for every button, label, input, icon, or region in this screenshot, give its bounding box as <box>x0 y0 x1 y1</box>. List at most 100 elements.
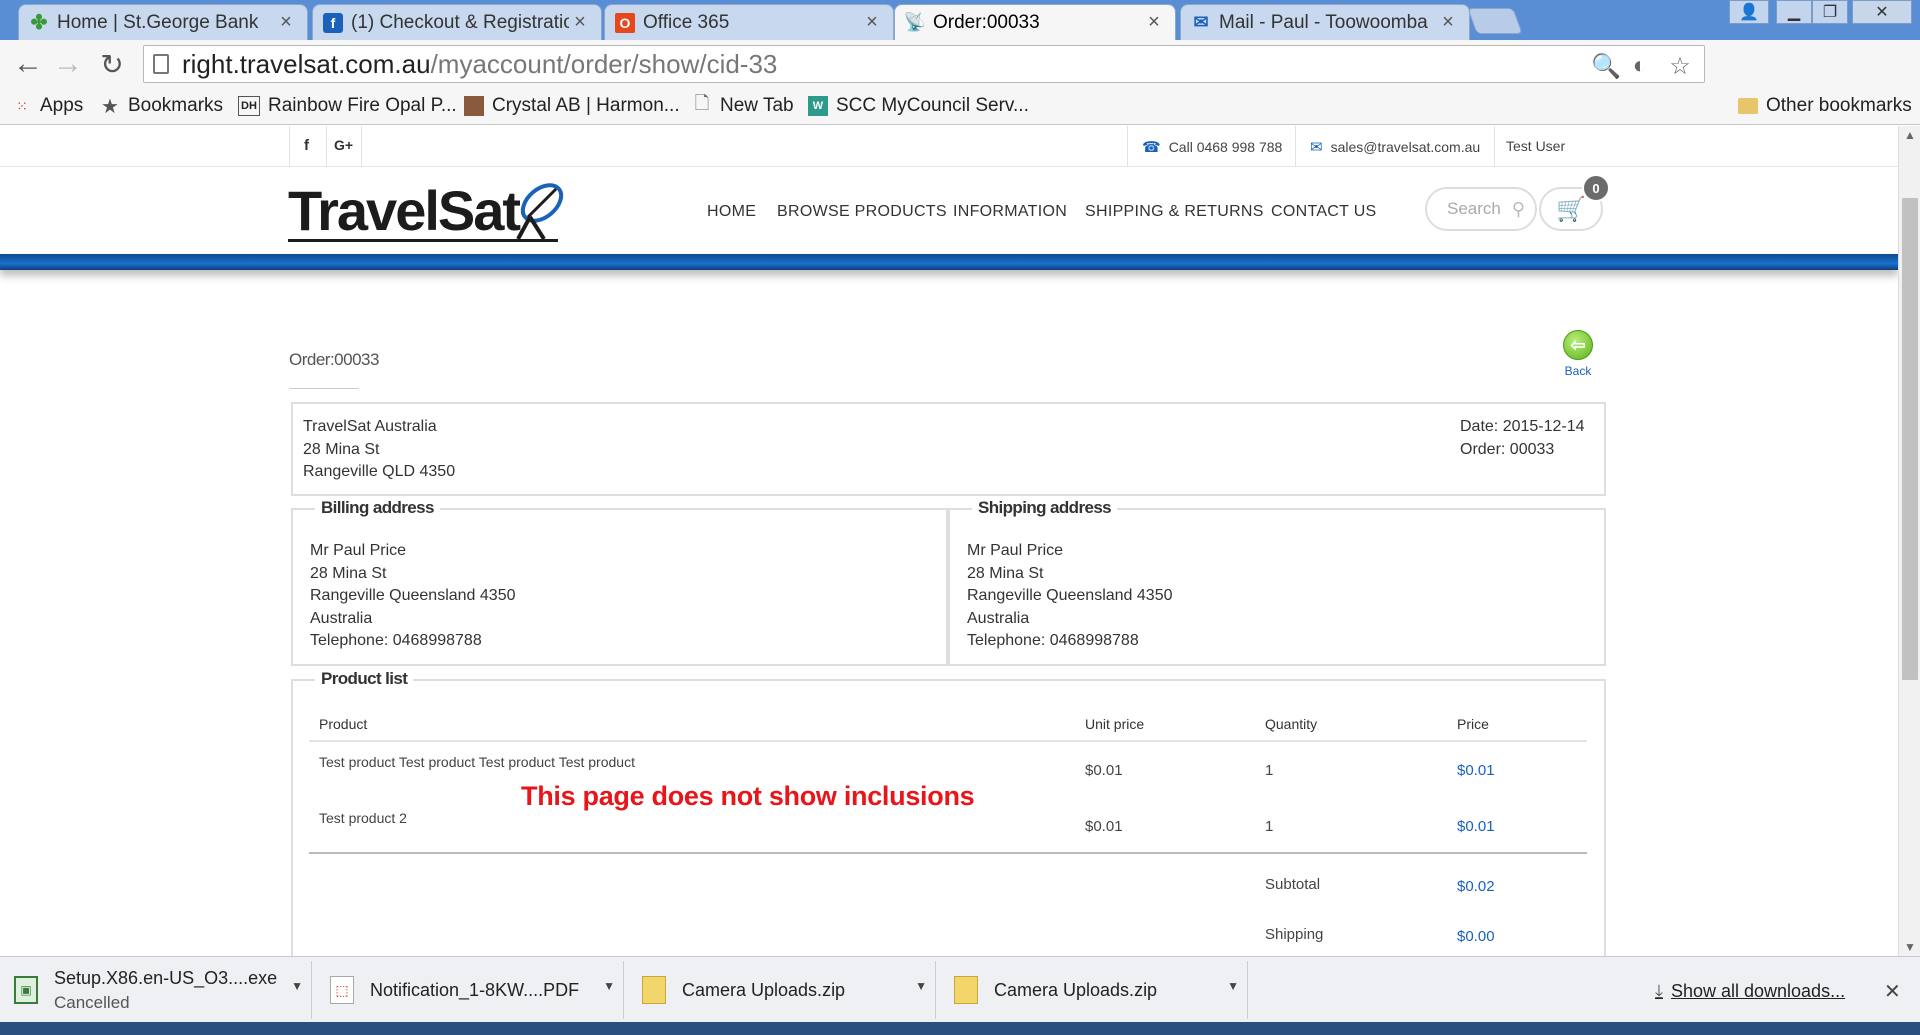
product-table-header: Product Unit price Quantity Price <box>309 708 1587 742</box>
bookmark-star-icon[interactable]: ☆ <box>1666 52 1694 80</box>
bookmark-label: Rainbow Fire Opal P... <box>268 95 457 116</box>
search-icon[interactable]: ⚲ <box>1512 199 1525 220</box>
user-menu[interactable]: Test User <box>1506 138 1565 154</box>
unit-price: $0.01 <box>1085 762 1123 779</box>
scroll-down-icon[interactable]: ▼ <box>1904 940 1916 954</box>
seller-street: 28 Mina St <box>303 440 380 458</box>
seller-city: Rangeville QLD 4350 <box>303 463 456 480</box>
bookmark-new-tab[interactable]: 🗋 New Tab <box>692 93 794 119</box>
facebook-icon[interactable]: f <box>304 137 309 154</box>
close-tab-icon[interactable]: × <box>861 11 883 34</box>
search-placeholder: Search <box>1447 199 1501 218</box>
shipping-name: Mr Paul Price <box>967 542 1064 559</box>
unit-price: $0.01 <box>1085 818 1123 835</box>
billing-address-box: Billing address Mr Paul Price 28 Mina St… <box>291 498 948 666</box>
chevron-down-icon[interactable]: ▼ <box>1227 979 1239 993</box>
download-item[interactable]: ⬚ Notification_1-8KW....PDF ▼ <box>316 961 624 1019</box>
bookmark-label: New Tab <box>720 95 794 116</box>
back-arrow-icon[interactable]: ← <box>10 46 46 82</box>
close-tab-icon[interactable]: × <box>275 11 297 34</box>
browser-tab-strip: ✤ Home | St.George Bank × f (1) Checkout… <box>0 0 1920 40</box>
stgeorge-favicon-icon: ✤ <box>30 12 48 34</box>
bookmark-apps[interactable]: ⁙ Apps <box>12 93 83 119</box>
chevron-down-icon[interactable]: ▼ <box>291 979 303 993</box>
subtotal-row: Subtotal $0.02 <box>309 866 1587 906</box>
minimize-button[interactable]: ▁ <box>1776 0 1812 24</box>
bookmark-crystal-ab[interactable]: Crystal AB | Harmon... <box>464 93 680 119</box>
cart-count-badge: 0 <box>1582 174 1610 202</box>
close-tab-icon[interactable]: × <box>1143 11 1165 34</box>
other-bookmarks[interactable]: Other bookmarks <box>1738 93 1912 119</box>
bookmark-label: SCC MyCouncil Serv... <box>836 95 1029 116</box>
red-annotation-text: This page does not show inclusions <box>521 781 975 811</box>
chevron-down-icon[interactable]: ▼ <box>603 979 615 993</box>
back-button[interactable]: ⇦ Back <box>1558 330 1598 390</box>
show-all-downloads-link[interactable]: ⤓ Show all downloads... <box>1655 981 1845 1002</box>
photo-icon <box>464 96 484 116</box>
chevron-down-icon[interactable]: ▼ <box>915 979 927 993</box>
envelope-icon: ✉ <box>1310 139 1323 156</box>
close-tab-icon[interactable]: × <box>1437 11 1459 34</box>
travelsat-logo[interactable]: TravelSat <box>288 177 568 247</box>
shipping-phone: Telephone: 0468998788 <box>967 632 1139 649</box>
order-date: Date: 2015-12-14 <box>1460 418 1585 435</box>
zoom-icon[interactable]: 🔍 <box>1591 52 1621 80</box>
phone-text: Call 0468 998 788 <box>1168 139 1283 155</box>
bookmark-label: Apps <box>40 95 84 116</box>
download-arrow-icon: ⤓ <box>1655 981 1663 1001</box>
product-name[interactable]: Test product 2 <box>319 810 407 826</box>
nav-contact-us[interactable]: CONTACT US <box>1271 203 1377 221</box>
order-number: Order: 00033 <box>1460 440 1555 458</box>
order-header-box: TravelSat Australia 28 Mina St Rangevill… <box>291 402 1606 496</box>
download-name: Camera Uploads.zip <box>682 979 846 1000</box>
scrollbar-thumb[interactable] <box>1902 198 1918 680</box>
product-name[interactable]: Test product Test product Test product T… <box>319 754 635 770</box>
site-search-input[interactable]: Search ⚲ <box>1425 187 1537 231</box>
nav-home[interactable]: HOME <box>707 203 756 221</box>
download-item[interactable]: ▣ Setup.X86.en-US_O3....exe Cancelled ▼ <box>0 961 312 1019</box>
new-tab-button[interactable] <box>1467 8 1523 34</box>
tab-checkout[interactable]: f (1) Checkout & Registratio × <box>312 4 602 40</box>
col-unit-price: Unit price <box>1085 716 1145 732</box>
bookmark-rainbow-fire-opal[interactable]: DH Rainbow Fire Opal P... <box>238 93 457 119</box>
url-path: /myaccount/order/show/cid-33 <box>430 48 778 79</box>
page-scrollbar[interactable]: ▲ ▼ <box>1898 126 1920 956</box>
download-item[interactable]: Camera Uploads.zip ▼ <box>628 961 936 1019</box>
nav-browse-products[interactable]: BROWSE PRODUCTS <box>777 203 947 221</box>
star-icon: ★ <box>101 95 119 118</box>
tab-order[interactable]: 📡 Order:00033 × <box>894 4 1176 40</box>
google-plus-icon[interactable]: G+ <box>334 137 353 153</box>
shipping-city: Rangeville Queensland 4350 <box>967 587 1173 604</box>
address-bar[interactable]: right.travelsat.com.au/myaccount/order/s… <box>143 45 1705 83</box>
close-window-button[interactable]: ✕ <box>1852 0 1912 24</box>
phone-icon: ☎ <box>1142 139 1161 156</box>
billing-street: 28 Mina St <box>310 564 387 582</box>
contrast-extension-icon[interactable]: ◐ <box>1626 52 1654 80</box>
shipping-row: Shipping $0.00 <box>309 916 1587 956</box>
scroll-up-icon[interactable]: ▲ <box>1904 128 1916 142</box>
col-price: Price <box>1457 716 1489 732</box>
tab-stgeorge[interactable]: ✤ Home | St.George Bank × <box>18 4 308 40</box>
phone-contact[interactable]: ☎ Call 0468 998 788 <box>1142 138 1282 156</box>
shipping-address-legend: Shipping address <box>972 498 1118 518</box>
nav-information[interactable]: INFORMATION <box>953 203 1067 221</box>
office-favicon-icon: O <box>615 12 635 33</box>
restore-button[interactable]: ❐ <box>1812 0 1848 24</box>
tab-mail[interactable]: ✉ Mail - Paul - Toowoomba × <box>1180 4 1470 40</box>
tab-office365[interactable]: O Office 365 × <box>604 4 894 40</box>
profile-icon[interactable]: 👤 <box>1729 0 1769 24</box>
email-contact[interactable]: ✉ sales@travelsat.com.au <box>1310 138 1480 156</box>
nav-shipping-returns[interactable]: SHIPPING & RETURNS <box>1085 203 1264 221</box>
dh-icon: DH <box>238 96 260 116</box>
bookmark-bookmarks[interactable]: ★ Bookmarks <box>100 93 223 119</box>
download-status: Cancelled <box>54 992 130 1012</box>
close-download-shelf-icon[interactable]: ✕ <box>1884 979 1901 1004</box>
quantity: 1 <box>1265 762 1274 779</box>
reload-icon[interactable]: ↻ <box>94 46 130 82</box>
forward-arrow-icon[interactable]: → <box>50 46 86 82</box>
site-top-bar: f G+ ☎ Call 0468 998 788 ✉ sales@travels… <box>0 126 1898 167</box>
quantity: 1 <box>1265 818 1274 835</box>
download-item[interactable]: Camera Uploads.zip ▼ <box>940 961 1248 1019</box>
close-tab-icon[interactable]: × <box>569 11 591 34</box>
bookmark-scc-mycouncil[interactable]: W SCC MyCouncil Serv... <box>808 93 1029 119</box>
